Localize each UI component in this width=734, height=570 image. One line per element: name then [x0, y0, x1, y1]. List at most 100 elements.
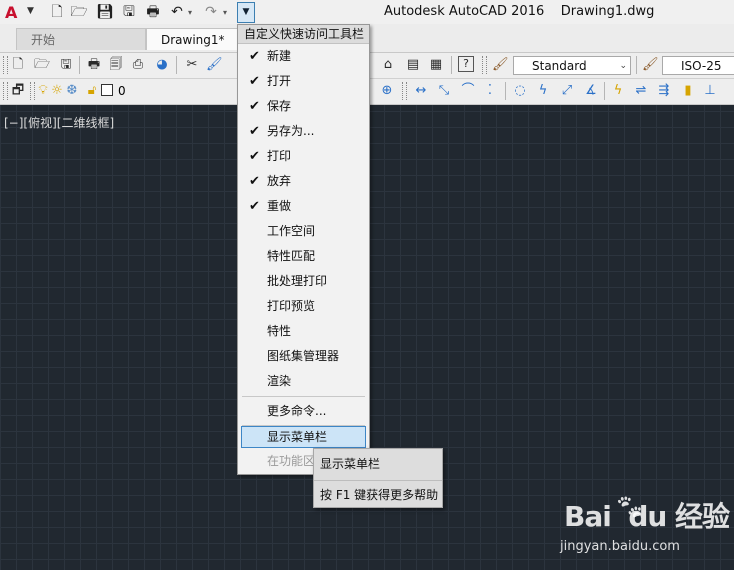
- checkmark-icon: ✔: [249, 49, 260, 64]
- dim-break-icon[interactable]: ⊥: [702, 82, 718, 100]
- customize-qat-button[interactable]: ▼: [237, 2, 255, 23]
- diameter-dimension-icon[interactable]: ⤢: [559, 82, 575, 100]
- toolbar-icon[interactable]: ⊕: [379, 82, 395, 100]
- toolbar-icon[interactable]: ⌂: [380, 56, 396, 74]
- menu-item-label: 在功能区: [267, 454, 316, 468]
- toolbar-grip[interactable]: [30, 82, 35, 100]
- layer-color-swatch: [101, 84, 113, 96]
- chevron-down-icon: ▼: [27, 6, 34, 16]
- quick-dimension-icon[interactable]: ϟ: [610, 82, 626, 100]
- menu-item-save[interactable]: ✔ 保存: [238, 94, 369, 119]
- plot-icon[interactable]: 🖶: [144, 3, 162, 21]
- menu-item-label: 重做: [267, 199, 292, 213]
- menu-item-new[interactable]: ✔ 新建: [238, 44, 369, 69]
- open-icon[interactable]: 🗁: [34, 56, 50, 74]
- menu-item-plot-preview[interactable]: 打印预览: [238, 294, 369, 319]
- menu-item-label: 图纸集管理器: [267, 349, 340, 363]
- dim-space-icon[interactable]: ▮: [680, 82, 696, 100]
- menu-item-properties[interactable]: 特性: [238, 319, 369, 344]
- undo-dropdown-icon[interactable]: ▾: [188, 8, 192, 17]
- tooltip-help-text: 按 F1 键获得更多帮助: [320, 488, 439, 502]
- match-properties-icon[interactable]: 🖌: [206, 56, 223, 74]
- menu-divider: [242, 396, 365, 397]
- open-icon[interactable]: 🗁: [70, 3, 88, 21]
- customize-qat-menu: 自定义快速访问工具栏 ✔ 新建 ✔ 打开 ✔ 保存 ✔ 另存为... ✔ 打印 …: [237, 24, 370, 475]
- application-menu-button[interactable]: A ▼: [0, 0, 40, 24]
- jogged-dimension-icon[interactable]: ϟ: [535, 82, 551, 100]
- viewport-controls-label[interactable]: [−][俯视][二维线框]: [4, 114, 114, 131]
- dim-style-icon: 🖌: [642, 57, 659, 72]
- toolbar-grip[interactable]: [482, 56, 487, 74]
- menu-item-label: 保存: [267, 99, 292, 113]
- menu-item-match-properties[interactable]: 特性匹配: [238, 244, 369, 269]
- toolbar-icon[interactable]: ▤: [405, 56, 421, 74]
- lock-icon[interactable]: 🔓︎: [86, 82, 98, 100]
- new-icon[interactable]: 🗋: [48, 3, 66, 21]
- sun-icon[interactable]: ☼: [51, 82, 63, 100]
- redo-dropdown-icon[interactable]: ▾: [223, 8, 227, 17]
- redo-icon[interactable]: ↷: [202, 3, 220, 21]
- save-icon[interactable]: 🖫: [58, 56, 74, 74]
- toolbar-divider: [176, 56, 177, 74]
- toolbar-divider: [451, 56, 452, 74]
- menu-header: 自定义快速访问工具栏: [238, 25, 369, 44]
- menu-item-label: 更多命令...: [267, 404, 327, 418]
- text-style-value: Standard: [532, 59, 587, 73]
- continue-dimension-icon[interactable]: ⇶: [656, 82, 672, 100]
- menu-item-more-commands[interactable]: 更多命令...: [238, 399, 369, 424]
- 3d-dwf-icon[interactable]: ◕: [154, 56, 170, 74]
- aligned-dimension-icon[interactable]: ⤡: [436, 82, 452, 100]
- ordinate-dimension-icon[interactable]: ⁚: [482, 82, 498, 100]
- menu-item-label: 另存为...: [267, 124, 315, 138]
- viewport-freeze-icon[interactable]: ❆: [66, 82, 78, 100]
- menu-item-save-as[interactable]: ✔ 另存为...: [238, 119, 369, 144]
- angular-dimension-icon[interactable]: ∡: [583, 82, 599, 100]
- new-icon[interactable]: 🗋: [10, 56, 26, 74]
- plot-preview-icon[interactable]: 🗐: [108, 56, 124, 74]
- save-icon[interactable]: 💾︎: [96, 3, 114, 21]
- checkmark-icon: ✔: [249, 149, 260, 164]
- layer-name[interactable]: 0: [118, 84, 126, 98]
- toolbar-grip[interactable]: [3, 56, 8, 74]
- text-style-icon: 🖌: [492, 57, 509, 72]
- menu-item-batch-plot[interactable]: 批处理打印: [238, 269, 369, 294]
- help-icon[interactable]: ?: [458, 56, 474, 72]
- arc-length-icon[interactable]: ⌒: [460, 82, 476, 100]
- menu-item-undo[interactable]: ✔ 放弃: [238, 169, 369, 194]
- menu-item-show-menu-bar[interactable]: 显示菜单栏: [241, 426, 366, 448]
- menu-item-sheet-set-manager[interactable]: 图纸集管理器: [238, 344, 369, 369]
- tooltip-title: 显示菜单栏: [320, 457, 381, 471]
- watermark-url: jingyan.baidu.com: [560, 539, 680, 554]
- toolbar-grip[interactable]: [3, 82, 8, 100]
- publish-icon[interactable]: ⎙: [130, 56, 146, 74]
- paw-icon: 🐾︎: [614, 493, 645, 521]
- chevron-down-icon: ⌄: [619, 61, 627, 71]
- menu-item-plot[interactable]: ✔ 打印: [238, 144, 369, 169]
- menu-item-redo[interactable]: ✔ 重做: [238, 194, 369, 219]
- menu-item-workspace[interactable]: 工作空间: [238, 219, 369, 244]
- toolbar-divider: [79, 56, 80, 74]
- title-bar: A ▼ 🗋 🗁 💾︎ 🖫 🖶 ↶ ▾ ↷ ▾ ▼ Autodesk AutoCA…: [0, 0, 734, 24]
- tab-start[interactable]: 开始: [16, 28, 146, 50]
- lightbulb-icon[interactable]: 💡︎: [37, 82, 49, 100]
- dim-style-select[interactable]: ISO-25: [662, 56, 734, 75]
- layer-properties-icon[interactable]: 🗗: [10, 82, 26, 100]
- plot-icon[interactable]: 🖶: [86, 56, 102, 74]
- radius-dimension-icon[interactable]: ◌: [512, 82, 528, 100]
- menu-item-label: 批处理打印: [267, 274, 328, 288]
- menu-item-open[interactable]: ✔ 打开: [238, 69, 369, 94]
- toolbar-grip[interactable]: [402, 82, 407, 100]
- menu-item-label: 渲染: [267, 374, 292, 388]
- undo-icon[interactable]: ↶: [168, 3, 186, 21]
- save-as-icon[interactable]: 🖫: [120, 3, 138, 21]
- linear-dimension-icon[interactable]: ↔: [413, 82, 429, 100]
- baseline-dimension-icon[interactable]: ⇌: [633, 82, 649, 100]
- text-style-select[interactable]: Standard ⌄: [513, 56, 631, 75]
- menu-item-label: 显示菜单栏: [267, 430, 328, 444]
- toolbar-divider: [604, 82, 605, 100]
- cut-icon[interactable]: ✂: [184, 56, 200, 74]
- tab-drawing1[interactable]: Drawing1*: [146, 28, 242, 50]
- calculator-icon[interactable]: ▦: [428, 56, 444, 74]
- menu-item-render[interactable]: 渲染: [238, 369, 369, 394]
- toolbar-divider: [505, 82, 506, 100]
